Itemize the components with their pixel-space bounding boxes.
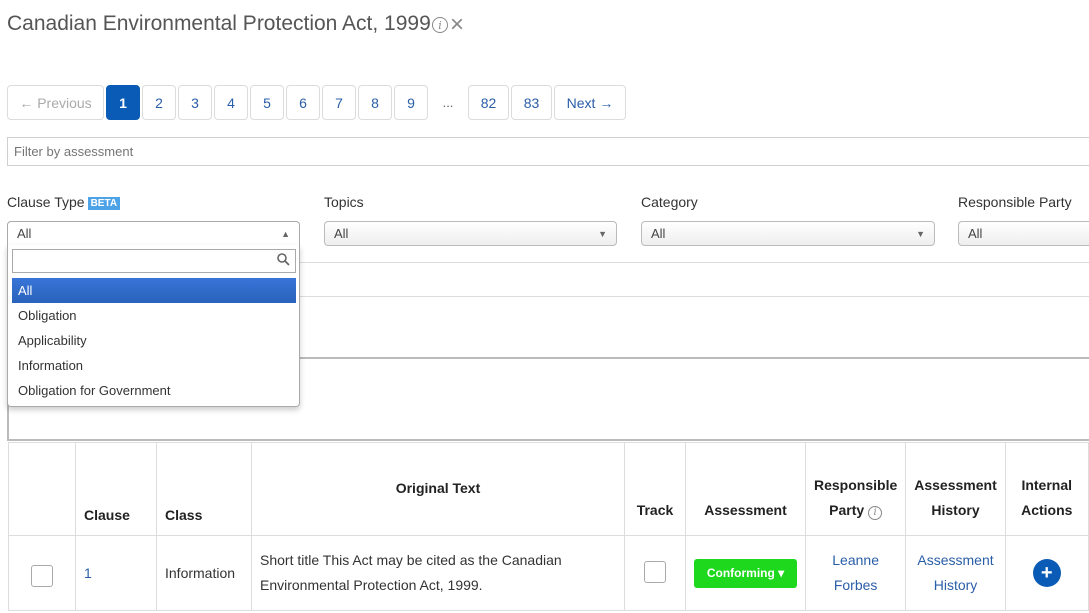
- original-text-cell: Short title This Act may be cited as the…: [251, 535, 625, 611]
- clause-type-label: Clause Type BETA: [7, 194, 121, 210]
- responsible-party-header[interactable]: Responsible Party i: [804, 442, 907, 536]
- dropdown-search-input[interactable]: [12, 249, 296, 273]
- close-icon[interactable]: ×: [450, 13, 464, 37]
- clause-link[interactable]: 1: [75, 535, 157, 611]
- add-action-button[interactable]: +: [1032, 559, 1061, 587]
- assessment-header[interactable]: Assessment: [685, 442, 806, 536]
- search-icon: [277, 253, 290, 269]
- responsible-party-link[interactable]: Leanne Forbes: [804, 535, 907, 611]
- page-title: Canadian Environmental Protection Act, 1…: [7, 12, 431, 35]
- responsible-party-label: Responsible Party: [958, 194, 1072, 210]
- topics-label: Topics: [324, 194, 364, 210]
- dropdown-option-information[interactable]: Information: [12, 353, 296, 378]
- info-icon[interactable]: i: [432, 17, 448, 33]
- select-header: [8, 442, 76, 536]
- pagination-ellipsis: ...: [442, 95, 454, 110]
- chevron-up-icon: ▲: [281, 229, 290, 239]
- chevron-down-icon: ▼: [916, 229, 925, 239]
- class-cell: Information: [156, 535, 252, 611]
- beta-badge: BETA: [87, 197, 121, 210]
- page-button-8[interactable]: 8: [358, 85, 392, 120]
- table-header-row: Clause Class Original Text Track Assessm…: [8, 442, 1089, 536]
- class-header[interactable]: Class: [156, 442, 252, 536]
- category-select[interactable]: All ▼: [641, 221, 935, 246]
- page-button-82[interactable]: 82: [468, 85, 509, 120]
- assessment-history-header[interactable]: Assessment History: [905, 442, 1006, 536]
- page-button-83[interactable]: 83: [511, 85, 552, 120]
- next-page-button[interactable]: Next →: [554, 85, 626, 120]
- assessment-history-link[interactable]: Assessment History: [905, 535, 1006, 611]
- internal-actions-header[interactable]: Internal Actions: [1004, 442, 1089, 536]
- track-checkbox[interactable]: [644, 560, 666, 583]
- assessment-status-dropdown[interactable]: Conforming ▾: [694, 558, 797, 588]
- dropdown-option-obligation[interactable]: Obligation: [12, 303, 296, 328]
- row-select-cell: [8, 535, 76, 611]
- page-button-3[interactable]: 3: [178, 85, 212, 120]
- assessment-cell: Conforming ▾: [685, 535, 806, 611]
- dropdown-option-applicability[interactable]: Applicability: [12, 328, 296, 353]
- track-cell: [624, 535, 686, 611]
- divider: [300, 262, 1089, 263]
- original-text-header[interactable]: Original Text: [251, 442, 625, 536]
- dropdown-option-all[interactable]: All: [12, 278, 296, 303]
- page-button-9[interactable]: 9: [394, 85, 428, 120]
- row-checkbox[interactable]: [31, 564, 53, 587]
- page-button-7[interactable]: 7: [322, 85, 356, 120]
- filter-assessment-input[interactable]: [7, 137, 1089, 166]
- dropdown-option-obligation-for-government[interactable]: Obligation for Government: [12, 378, 296, 403]
- page-button-5[interactable]: 5: [250, 85, 284, 120]
- topics-select[interactable]: All ▼: [324, 221, 617, 246]
- responsible-party-select[interactable]: All: [958, 221, 1089, 246]
- clauses-table: Clause Class Original Text Track Assessm…: [8, 442, 1089, 611]
- track-header[interactable]: Track: [624, 442, 686, 536]
- page-button-6[interactable]: 6: [286, 85, 320, 120]
- page-button-4[interactable]: 4: [214, 85, 248, 120]
- page-button-2[interactable]: 2: [142, 85, 176, 120]
- page-button-1[interactable]: 1: [106, 85, 140, 120]
- category-label: Category: [641, 194, 698, 210]
- previous-page-button[interactable]: ← Previous: [7, 85, 104, 120]
- clause-type-select[interactable]: All ▲: [7, 221, 300, 246]
- info-icon[interactable]: i: [868, 505, 883, 520]
- internal-actions-cell: +: [1004, 535, 1089, 611]
- table-row: 1 Information Short title This Act may b…: [8, 535, 1089, 611]
- pagination: ← Previous 1 2 3 4 5 6 7 8 9 ... 82 83 N…: [7, 85, 626, 120]
- clause-type-dropdown: All Obligation Applicability Information…: [7, 245, 300, 407]
- divider: [300, 296, 1089, 297]
- clause-header[interactable]: Clause: [75, 442, 157, 536]
- title-icons: i ×: [432, 13, 464, 37]
- chevron-down-icon: ▼: [598, 229, 607, 239]
